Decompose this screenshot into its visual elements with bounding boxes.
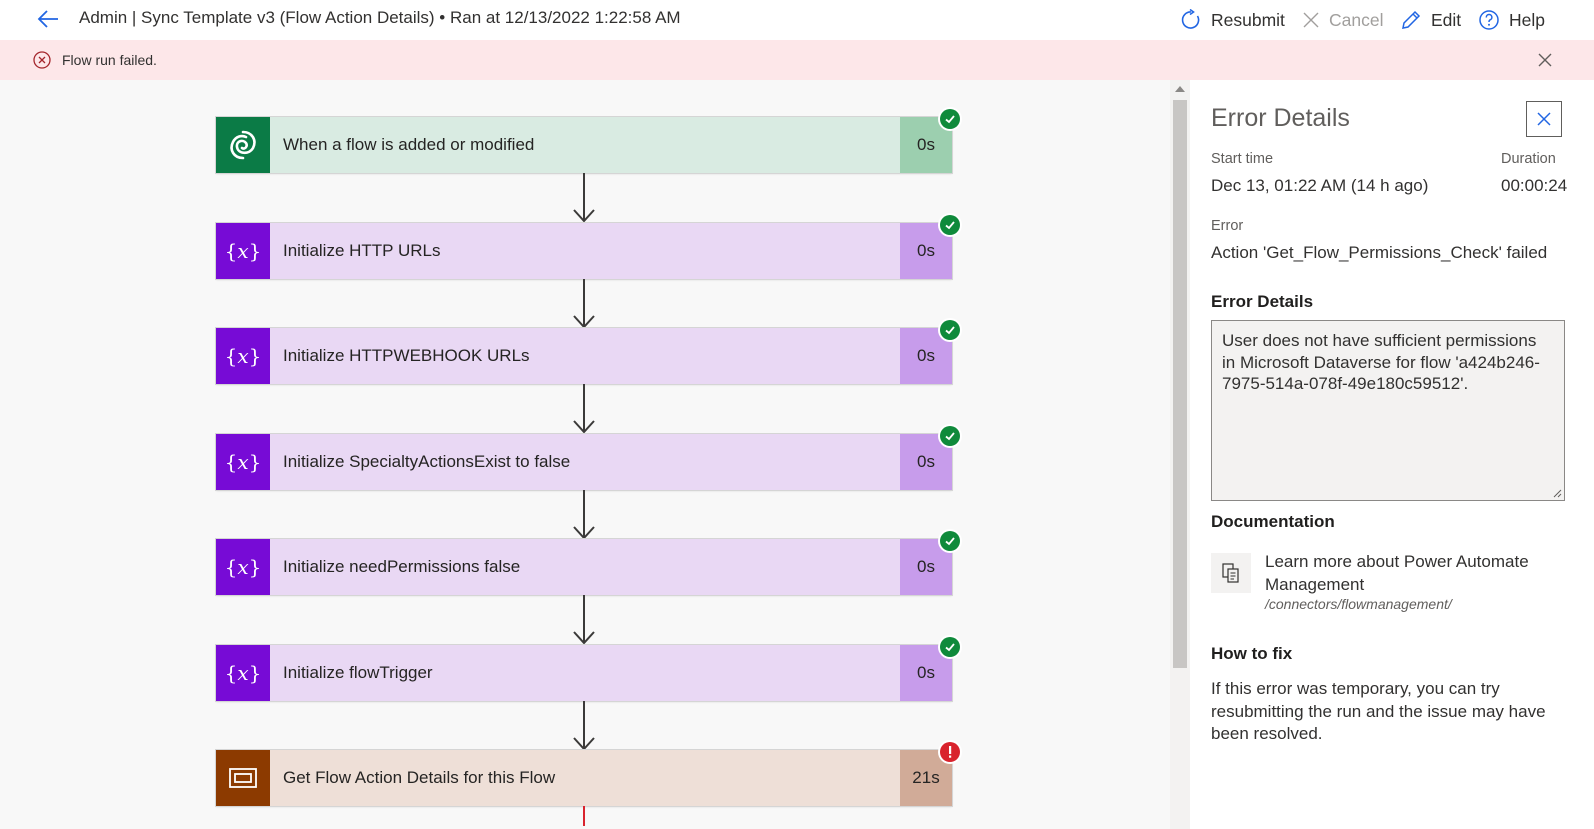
resize-grip-icon[interactable] [1552,488,1562,498]
flow-step-label: Initialize needPermissions false [283,557,521,576]
svg-text:{x}: {x} [225,661,262,685]
flow-canvas: When a flow is added or modified 0s {x} Ini… [0,80,1170,829]
flow-step-label: Initialize flowTrigger [283,663,433,682]
error-details-textbox[interactable]: User does not have sufficient permission… [1211,320,1565,501]
panel-title: Error Details [1211,104,1350,132]
svg-text:{x}: {x} [225,344,262,368]
variable-icon: {x} [216,434,270,490]
error-exclamation-icon [940,742,960,762]
success-check-icon [940,637,960,657]
command-bar: Admin | Sync Template v3 (Flow Action De… [0,0,1594,40]
flow-step-card[interactable]: {x} Initialize flowTrigger 0s [216,637,960,701]
flow-step-card[interactable]: {x} Initialize HTTPWEBHOOK URLs 0s [216,320,960,384]
flow-step-label: Initialize SpecialtyActionsExist to fals… [283,452,571,471]
success-check-icon [940,215,960,235]
variable-icon: {x} [216,645,270,701]
canvas-scrollbar[interactable] [1170,80,1190,829]
variable-icon: {x} [216,539,270,595]
cancel-icon [1303,12,1319,28]
error-details-panel: Error Details Start time Dec 13, 01:22 A… [1190,80,1594,829]
flow-step-label: Get Flow Action Details for this Flow [283,768,556,787]
help-icon [1479,10,1499,30]
resubmit-icon [1181,9,1200,29]
duration-value: 00:00:24 [1501,176,1568,195]
resubmit-label: Resubmit [1211,9,1285,30]
flow-step-card[interactable]: {x} Initialize SpecialtyActionsExist to f… [216,426,960,490]
cancel-label: Cancel [1329,9,1384,30]
error-details-heading: Error Details [1211,292,1314,311]
failed-connector-icon [572,806,596,829]
documentation-url: /connectors/flowmanagement/ [1265,596,1452,612]
flow-step-card[interactable]: When a flow is added or modified 0s [216,109,960,173]
close-panel-button[interactable] [1526,101,1562,137]
success-check-icon [940,426,960,446]
error-value: Action 'Get_Flow_Permissions_Check' fail… [1211,243,1548,262]
error-circle-icon [33,51,51,69]
documentation-link[interactable]: Learn more about Power Automate Manageme… [1265,550,1565,596]
flow-management-icon [216,750,270,806]
scroll-up-icon[interactable] [1175,86,1185,92]
edit-button[interactable]: Edit [1400,5,1461,35]
success-check-icon [940,109,960,129]
connector-arrow-icon [572,384,596,439]
banner-message: Flow run failed. [62,52,157,68]
help-button[interactable]: Help [1478,5,1545,35]
flow-step-label: Initialize HTTPWEBHOOK URLs [283,346,530,365]
start-time-value: Dec 13, 01:22 AM (14 h ago) [1211,176,1429,195]
error-banner: Flow run failed. [0,40,1594,80]
how-to-fix-heading: How to fix [1211,644,1293,663]
documentation-heading: Documentation [1211,512,1335,531]
dismiss-banner-icon[interactable] [1537,52,1553,68]
document-icon [1211,553,1251,593]
connector-arrow-icon [572,490,596,545]
scrollbar-thumb[interactable] [1173,100,1187,668]
flow-step-card[interactable]: {x} Initialize HTTP URLs 0s [216,215,960,279]
svg-text:{x}: {x} [225,450,262,474]
flow-step-label: Initialize HTTP URLs [283,241,441,260]
how-to-fix-text: If this error was temporary, you can try… [1211,679,1546,743]
back-arrow-icon [37,10,58,28]
error-label: Error [1211,218,1244,234]
help-label: Help [1509,9,1545,30]
variable-icon: {x} [216,328,270,384]
dataverse-icon [216,117,270,173]
variable-icon: {x} [216,223,270,279]
page-title: Admin | Sync Template v3 (Flow Action De… [79,8,681,27]
duration-label: Duration [1501,151,1556,167]
resubmit-button[interactable]: Resubmit [1180,5,1285,35]
success-check-icon [940,531,960,551]
flow-step-card[interactable]: Get Flow Action Details for this Flow 21s [216,742,960,806]
connector-arrow-icon [572,279,596,334]
start-time-label: Start time [1211,151,1274,167]
pencil-icon [1402,10,1421,29]
success-check-icon [940,320,960,340]
flow-step-label: When a flow is added or modified [283,135,535,154]
cancel-button[interactable]: Cancel [1302,5,1383,35]
svg-text:{x}: {x} [225,555,262,579]
svg-text:{x}: {x} [225,239,262,263]
flow-step-card[interactable]: {x} Initialize needPermissions false 0s [216,531,960,595]
connector-arrow-icon [572,701,596,756]
error-details-text: User does not have sufficient permission… [1222,331,1540,393]
close-icon [1537,112,1551,126]
edit-label: Edit [1431,9,1462,30]
connector-arrow-icon [572,595,596,650]
back-button[interactable] [36,6,62,32]
connector-arrow-icon [572,173,596,228]
